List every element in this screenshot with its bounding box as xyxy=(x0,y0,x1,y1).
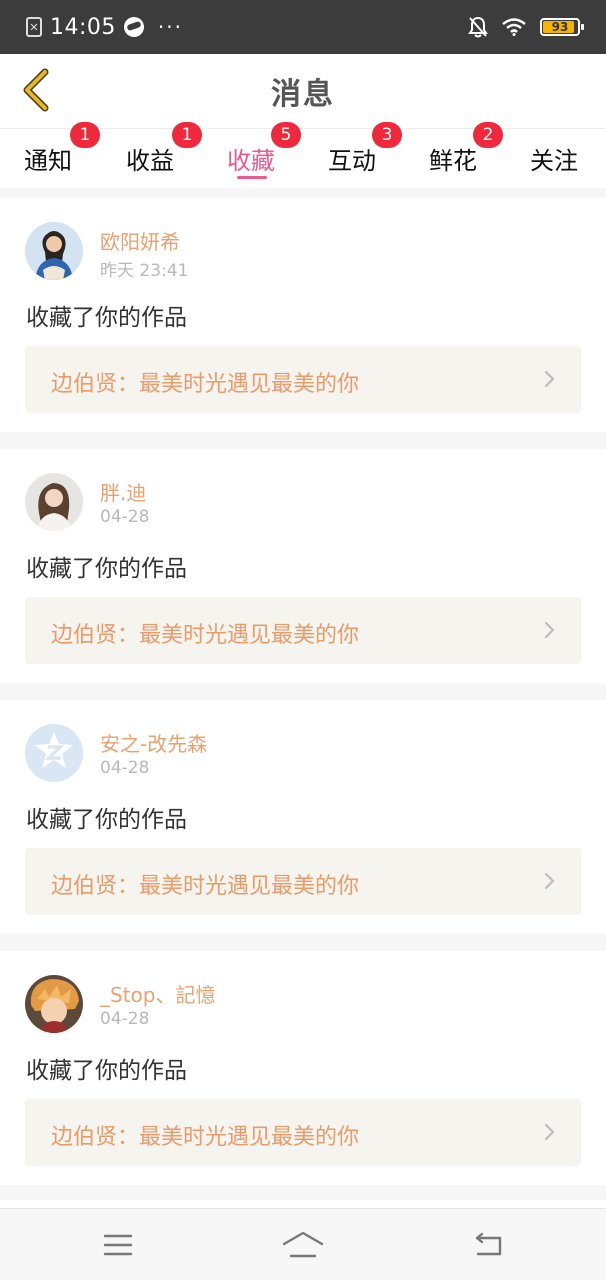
active-tab-indicator xyxy=(237,176,267,179)
tab-notifications[interactable]: 通知 1 xyxy=(24,122,114,189)
menu-icon xyxy=(103,1234,133,1256)
cloud-icon xyxy=(123,17,144,37)
action-text: 收藏了你的作品 xyxy=(26,556,187,582)
work-link[interactable]: 边伯贤：最美时光遇见最美的你 xyxy=(25,848,581,915)
action-text: 收藏了你的作品 xyxy=(26,1058,187,1084)
system-nav-bar xyxy=(0,1208,606,1280)
back-nav-button[interactable] xyxy=(464,1223,512,1267)
list-item: 胖.迪 04-28 收藏了你的作品 边伯贤：最美时光遇见最美的你 xyxy=(0,449,606,683)
tab-favorites[interactable]: 收藏 5 xyxy=(227,122,317,189)
page-title: 消息 xyxy=(271,77,335,112)
work-title: 边伯贤：最美时光遇见最美的你 xyxy=(51,1125,360,1150)
action-text: 收藏了你的作品 xyxy=(26,305,187,331)
list-item: 安之-改先森 04-28 收藏了你的作品 边伯贤：最美时光遇见最美的你 xyxy=(0,700,606,934)
more-dots-icon: ··· xyxy=(157,15,183,39)
avatar-image xyxy=(25,222,83,280)
timestamp: 04-28 xyxy=(100,507,150,527)
tab-badge: 5 xyxy=(271,122,301,148)
list-item: 欧阳妍希 昨天 23:41 收藏了你的作品 边伯贤：最美时光遇见最美的你 xyxy=(0,198,606,432)
list-item: _Stop、記憶 04-28 收藏了你的作品 边伯贤：最美时光遇见最美的你 xyxy=(0,951,606,1185)
tab-badge: 2 xyxy=(473,122,503,148)
avatar[interactable] xyxy=(25,724,83,782)
battery-tip xyxy=(581,24,584,30)
timestamp: 04-28 xyxy=(100,1009,150,1029)
chevron-right-icon xyxy=(544,621,555,639)
chevron-right-icon xyxy=(544,370,555,388)
avatar[interactable] xyxy=(25,222,83,280)
header: 消息 xyxy=(0,54,606,128)
username[interactable]: _Stop、記憶 xyxy=(100,979,215,1008)
avatar[interactable] xyxy=(25,975,83,1033)
tab-label: 收藏 xyxy=(227,147,275,175)
back-icon xyxy=(475,1232,502,1256)
tab-label: 通知 xyxy=(24,147,72,175)
avatar-image xyxy=(25,473,83,531)
username[interactable]: 安之-改先森 xyxy=(100,728,207,757)
tab-following[interactable]: 关注 xyxy=(530,129,600,189)
tab-interactions[interactable]: 互动 3 xyxy=(328,122,418,189)
chevron-left-icon xyxy=(23,68,49,112)
battery-icon: 93 xyxy=(540,18,584,36)
home-icon xyxy=(282,1231,324,1258)
status-bar-right: 93 xyxy=(468,16,584,38)
list-item xyxy=(0,1200,606,1208)
notifications-off-icon xyxy=(468,16,488,38)
work-title: 边伯贤：最美时光遇见最美的你 xyxy=(51,874,360,899)
tab-badge: 3 xyxy=(372,122,402,148)
menu-button[interactable] xyxy=(94,1223,142,1267)
home-button[interactable] xyxy=(279,1223,327,1267)
tab-badge: 1 xyxy=(172,122,202,148)
tab-earnings[interactable]: 收益 1 xyxy=(126,122,216,189)
battery-level: 93 xyxy=(551,20,569,34)
avatar[interactable] xyxy=(25,473,83,531)
chevron-right-icon xyxy=(544,1123,555,1141)
action-text: 收藏了你的作品 xyxy=(26,807,187,833)
avatar-image xyxy=(25,975,83,1033)
tab-badge: 1 xyxy=(70,122,100,148)
status-bar: ✕ 14:05 ··· 93 xyxy=(0,0,606,54)
timestamp: 04-28 xyxy=(100,758,150,778)
tab-label: 关注 xyxy=(530,147,578,175)
work-link[interactable]: 边伯贤：最美时光遇见最美的你 xyxy=(25,597,581,664)
work-link[interactable]: 边伯贤：最美时光遇见最美的你 xyxy=(25,1099,581,1166)
status-time: 14:05 xyxy=(50,14,116,40)
default-avatar-icon xyxy=(25,724,83,782)
username[interactable]: 胖.迪 xyxy=(100,477,146,506)
sim-card-icon: ✕ xyxy=(26,17,42,37)
back-button[interactable] xyxy=(12,66,60,114)
status-bar-left: ✕ 14:05 ··· xyxy=(26,15,183,40)
wifi-icon xyxy=(502,18,526,36)
chevron-right-icon xyxy=(544,872,555,890)
timestamp: 昨天 23:41 xyxy=(100,261,189,281)
tab-label: 互动 xyxy=(328,147,376,175)
tab-flowers[interactable]: 鲜花 2 xyxy=(429,122,519,189)
tab-label: 收益 xyxy=(126,147,174,175)
work-title: 边伯贤：最美时光遇见最美的你 xyxy=(51,372,360,397)
tab-bar: 通知 1 收益 1 收藏 5 互动 3 鲜花 2 关注 xyxy=(0,122,606,189)
work-link[interactable]: 边伯贤：最美时光遇见最美的你 xyxy=(25,346,581,413)
tab-label: 鲜花 xyxy=(429,147,477,175)
username[interactable]: 欧阳妍希 xyxy=(100,226,180,255)
work-title: 边伯贤：最美时光遇见最美的你 xyxy=(51,623,360,648)
